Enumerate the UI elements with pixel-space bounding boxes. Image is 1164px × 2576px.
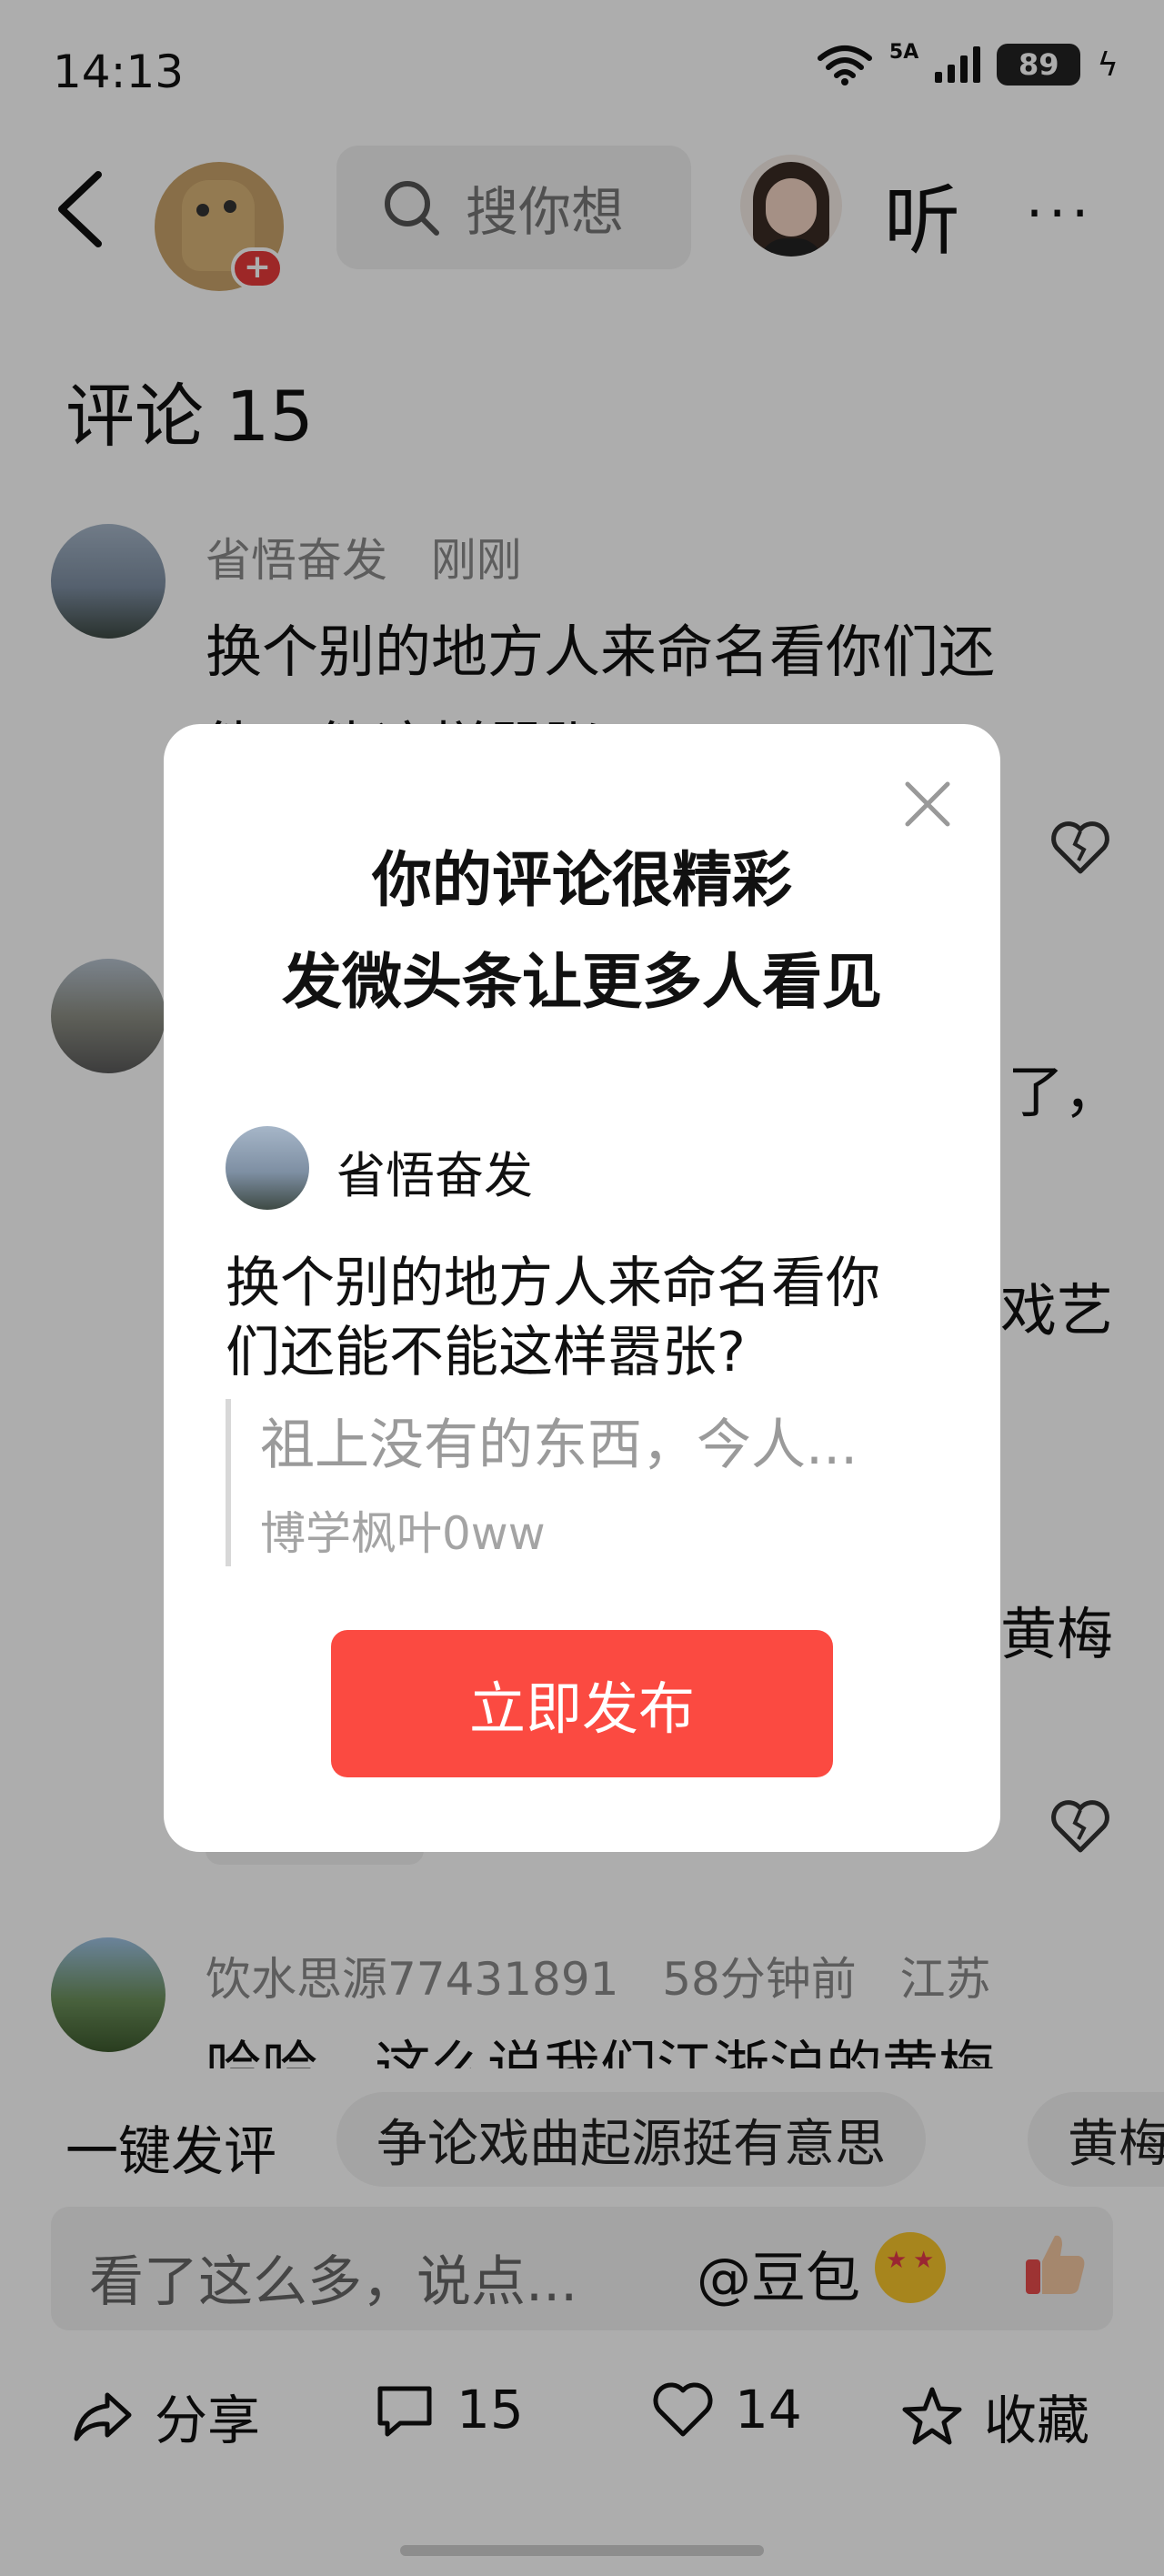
reply-author: 博学枫叶0ww bbox=[260, 1507, 546, 1560]
quoted-username: 省悟奋发 bbox=[336, 1147, 533, 1204]
quote-divider bbox=[226, 1399, 231, 1566]
quoted-comment-text: 换个别的地方人来命名看你 bbox=[226, 1252, 880, 1315]
reply-excerpt: 祖上没有的东西，今人... bbox=[260, 1414, 858, 1477]
quoted-comment-text-continued: 们还能不能这样嚣张? bbox=[226, 1321, 746, 1384]
quoted-user-avatar bbox=[226, 1126, 309, 1210]
dialog-subheadline: 发微头条让更多人看见 bbox=[282, 947, 882, 1017]
close-icon[interactable] bbox=[898, 775, 957, 833]
publish-now-button[interactable]: 立即发布 bbox=[331, 1630, 833, 1777]
dialog-headline: 你的评论很精彩 bbox=[372, 845, 792, 915]
publish-prompt-dialog: 你的评论很精彩 发微头条让更多人看见 省悟奋发 换个别的地方人来命名看你 们还能… bbox=[164, 724, 1000, 1852]
